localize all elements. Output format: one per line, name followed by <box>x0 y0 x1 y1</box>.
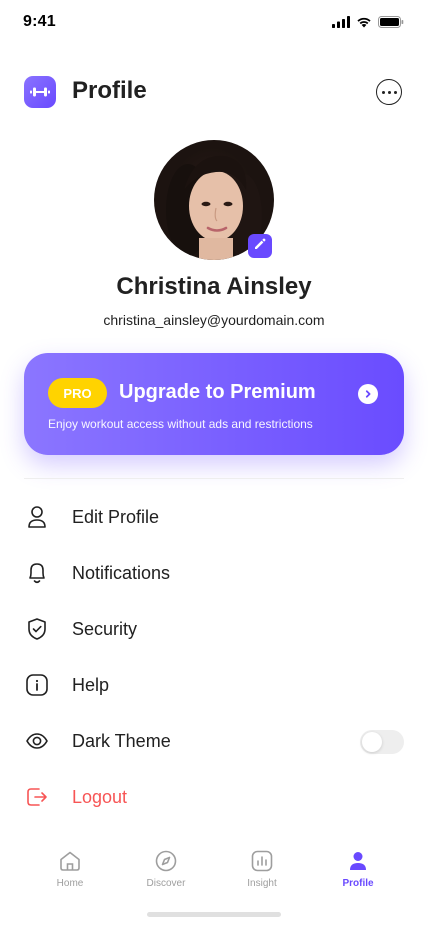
pencil-icon <box>253 237 267 256</box>
toggle-knob <box>362 732 382 752</box>
menu-item-label: Security <box>72 619 138 639</box>
nav-label: Profile <box>342 878 374 889</box>
menu-item-help[interactable]: Help <box>24 657 404 713</box>
more-dot <box>387 90 391 94</box>
menu-item-label: Edit Profile <box>72 507 160 527</box>
bottom-nav: Home Discover Insight Profile <box>0 848 428 896</box>
dark-theme-toggle[interactable] <box>360 730 404 754</box>
menu-item-logout[interactable]: Logout <box>24 769 404 825</box>
avatar-container <box>154 140 274 260</box>
nav-label: Insight <box>247 878 277 889</box>
user-email: christina_ainsley@yourdomain.com <box>103 312 325 328</box>
status-time: 9:41 <box>23 13 56 30</box>
settings-menu: Edit Profile Notifications Security Help… <box>24 489 404 825</box>
user-name: Christina Ainsley <box>116 273 312 300</box>
status-bar: 9:41 <box>0 0 428 44</box>
menu-item-label: Dark Theme <box>72 731 171 751</box>
wifi-icon <box>356 15 372 33</box>
divider <box>24 478 404 479</box>
nav-item-discover[interactable]: Discover <box>126 848 206 889</box>
cellular-signal-icon <box>332 15 350 33</box>
header: Profile <box>24 76 404 108</box>
info-icon <box>24 672 50 698</box>
nav-item-insight[interactable]: Insight <box>222 848 302 889</box>
menu-item-dark-theme: Dark Theme <box>24 713 404 769</box>
menu-item-edit-profile[interactable]: Edit Profile <box>24 489 404 545</box>
person-icon <box>24 504 50 530</box>
nav-item-profile[interactable]: Profile <box>318 848 398 889</box>
compass-icon <box>126 848 206 874</box>
pro-badge: PRO <box>48 378 107 408</box>
premium-title: Upgrade to Premium <box>119 381 316 403</box>
eye-icon <box>24 728 50 754</box>
upgrade-premium-card[interactable]: PRO Upgrade to Premium Enjoy workout acc… <box>24 353 404 455</box>
page-title: Profile <box>72 77 147 104</box>
dumbbell-icon <box>24 76 56 108</box>
premium-subtitle: Enjoy workout access without ads and res… <box>48 417 313 431</box>
menu-item-label: Help <box>72 675 110 695</box>
more-horizontal-icon <box>381 90 385 94</box>
bell-icon <box>24 560 50 586</box>
edit-avatar-button[interactable] <box>248 234 272 258</box>
status-icons <box>332 15 404 33</box>
menu-item-notifications[interactable]: Notifications <box>24 545 404 601</box>
nav-item-home[interactable]: Home <box>30 848 110 889</box>
bar-chart-icon <box>222 848 302 874</box>
menu-item-security[interactable]: Security <box>24 601 404 657</box>
shield-check-icon <box>24 616 50 642</box>
nav-label: Home <box>56 878 84 889</box>
home-icon <box>30 848 110 874</box>
menu-item-label: Logout <box>72 787 128 807</box>
home-indicator <box>147 912 281 917</box>
more-dot <box>393 90 397 94</box>
chevron-right-icon <box>358 384 378 404</box>
menu-item-label: Notifications <box>72 563 171 583</box>
nav-label: Discover <box>146 878 186 889</box>
profile-icon <box>318 848 398 874</box>
battery-icon <box>378 15 404 33</box>
more-options-button[interactable] <box>376 79 402 105</box>
logout-icon <box>24 784 50 810</box>
